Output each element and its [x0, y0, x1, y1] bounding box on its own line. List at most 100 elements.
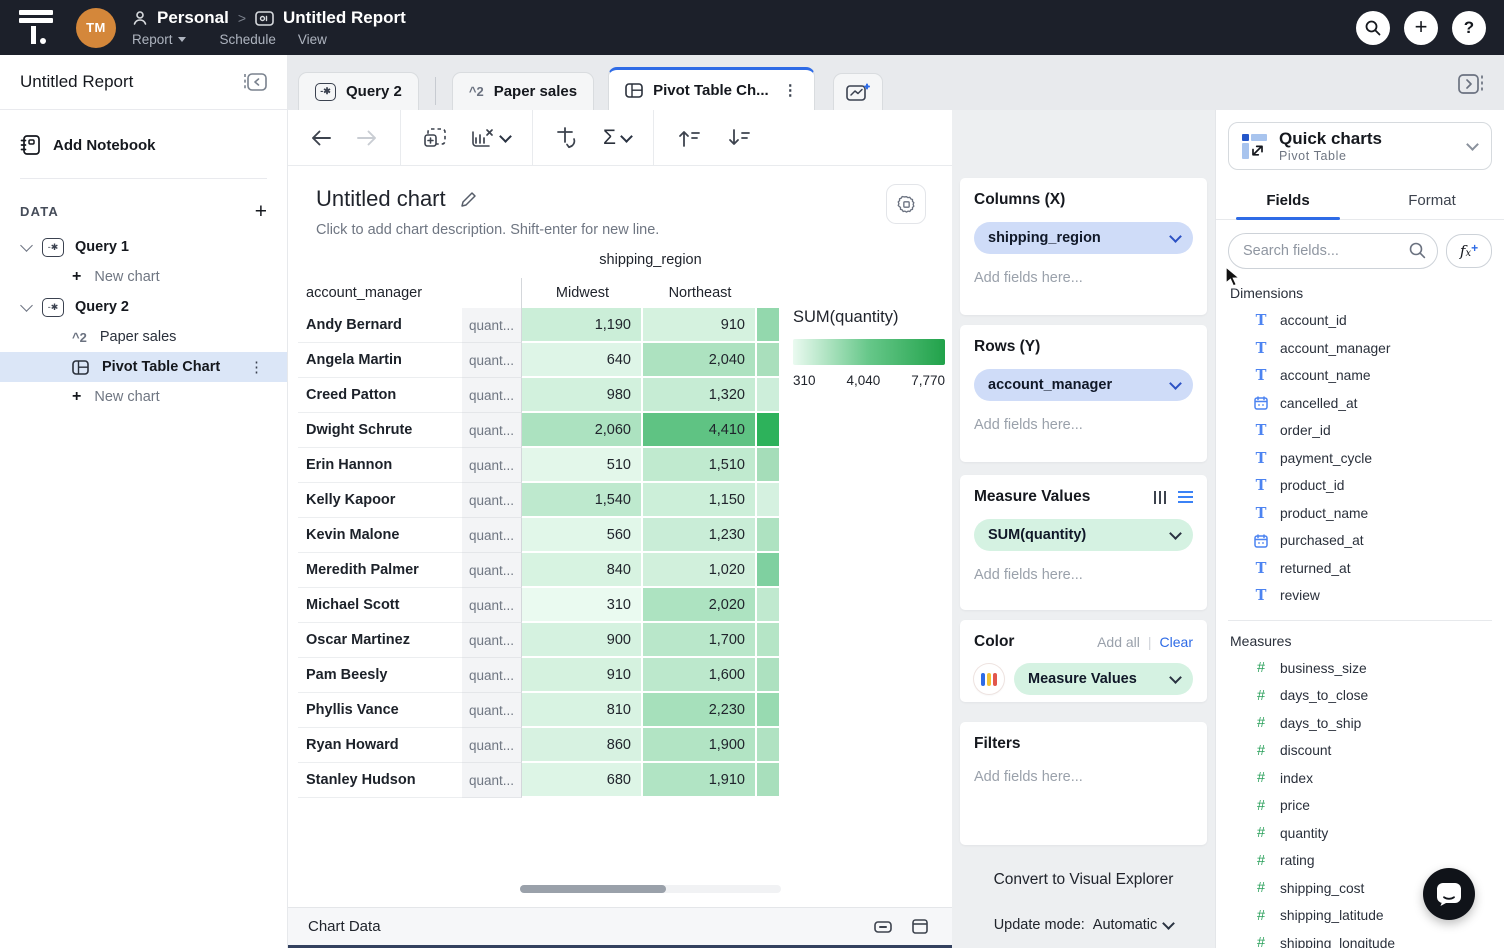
- redo-button[interactable]: [356, 129, 378, 147]
- breadcrumb-workspace[interactable]: Personal: [157, 8, 229, 28]
- breadcrumb-report-name[interactable]: Untitled Report: [283, 8, 406, 28]
- tab-pivot-table-chart[interactable]: Pivot Table Ch... ⋮: [608, 67, 815, 110]
- dimension-field-product_id[interactable]: Tproduct_id: [1228, 472, 1492, 500]
- pivot-row: Andy Bernardquant...1,190910: [298, 308, 779, 343]
- pivot-row-header: Angela Martin: [298, 343, 462, 378]
- color-palette-icon[interactable]: [974, 664, 1004, 694]
- sidebar-item-paper-sales[interactable]: ^2 Paper sales: [0, 322, 287, 352]
- kebab-menu-icon[interactable]: ⋮: [249, 358, 265, 376]
- sidebar-item-query2[interactable]: -✱ Query 2: [0, 292, 287, 322]
- expand-panel-icon[interactable]: [1456, 72, 1486, 96]
- field-label: order_id: [1280, 423, 1331, 438]
- collapse-sidebar-icon[interactable]: [241, 71, 269, 93]
- scrollbar-thumb[interactable]: [520, 885, 666, 893]
- search-fields-input[interactable]: [1228, 233, 1438, 269]
- dimension-field-returned_at[interactable]: Treturned_at: [1228, 555, 1492, 583]
- collapse-panel-icon[interactable]: [874, 921, 892, 933]
- convert-to-visual-explorer-button[interactable]: Convert to Visual Explorer: [960, 871, 1207, 889]
- dimension-field-cancelled_at[interactable]: cancelled_at: [1228, 390, 1492, 418]
- update-mode-select[interactable]: Automatic: [1093, 917, 1173, 933]
- sort-ascending-button[interactable]: [676, 128, 702, 148]
- legend-min-label: 310: [793, 373, 816, 388]
- tab-paper-sales[interactable]: ^2 Paper sales: [452, 72, 594, 110]
- menu-report[interactable]: Report: [132, 32, 186, 47]
- add-data-icon[interactable]: +: [255, 201, 267, 222]
- tab-fields[interactable]: Fields: [1216, 180, 1360, 219]
- undo-button[interactable]: [310, 129, 332, 147]
- menu-view[interactable]: View: [298, 32, 327, 47]
- tab-format[interactable]: Format: [1360, 180, 1504, 219]
- dimension-field-product_name[interactable]: Tproduct_name: [1228, 500, 1492, 528]
- edit-title-icon[interactable]: [460, 191, 477, 208]
- dimension-field-order_id[interactable]: Torder_id: [1228, 417, 1492, 445]
- columns-x-pill-shipping-region[interactable]: shipping_region: [974, 222, 1193, 254]
- rows-y-pill-account-manager[interactable]: account_manager: [974, 369, 1193, 401]
- aggregate-button[interactable]: Σ: [603, 126, 631, 150]
- search-button[interactable]: [1356, 11, 1390, 45]
- chart-title[interactable]: Untitled chart: [316, 186, 446, 212]
- measure-pill-sum-quantity[interactable]: SUM(quantity): [974, 519, 1193, 551]
- swap-axes-button[interactable]: [555, 126, 579, 150]
- pivot-measure-label: quant...: [462, 448, 522, 483]
- columns-layout-icon[interactable]: [1154, 491, 1167, 504]
- add-formula-button[interactable]: fx+: [1446, 234, 1492, 268]
- chevron-down-icon[interactable]: [20, 239, 33, 252]
- sidebar-item-new-chart-1[interactable]: + New chart: [0, 262, 287, 292]
- sidebar-item-query1[interactable]: -✱ Query 1: [0, 232, 287, 262]
- horizontal-scrollbar[interactable]: [520, 885, 781, 893]
- measure-field-shipping_longitude[interactable]: #shipping_longitude: [1228, 930, 1492, 948]
- text-type-icon: T: [1254, 450, 1268, 467]
- add-button[interactable]: +: [1404, 11, 1438, 45]
- sidebar-item-pivot-table-chart[interactable]: Pivot Table Chart ⋮: [0, 352, 287, 382]
- measure-field-quantity[interactable]: #quantity: [1228, 820, 1492, 848]
- measure-field-price[interactable]: #price: [1228, 792, 1492, 820]
- measure-field-index[interactable]: #index: [1228, 765, 1492, 793]
- add-notebook-button[interactable]: Add Notebook: [0, 134, 287, 156]
- add-chart-tab-button[interactable]: [833, 73, 883, 110]
- dimension-field-account_manager[interactable]: Taccount_manager: [1228, 335, 1492, 363]
- kebab-menu-icon[interactable]: ⋮: [783, 81, 798, 99]
- rows-layout-icon[interactable]: [1178, 491, 1193, 504]
- pivot-row: Pam Beeslyquant...9101,600: [298, 658, 779, 693]
- color-clear-link[interactable]: Clear: [1160, 634, 1193, 650]
- dimension-field-payment_cycle[interactable]: Tpayment_cycle: [1228, 445, 1492, 473]
- chevron-down-icon[interactable]: [20, 299, 33, 312]
- remove-chart-button[interactable]: [471, 127, 510, 149]
- pivot-row: Stanley Hudsonquant...6801,910: [298, 763, 779, 798]
- date-type-icon: [1254, 396, 1268, 410]
- color-add-all-link[interactable]: Add all: [1097, 634, 1140, 650]
- report-icon: [255, 11, 274, 26]
- avatar[interactable]: TM: [76, 8, 116, 48]
- sort-descending-button[interactable]: [726, 128, 752, 148]
- dimension-field-account_name[interactable]: Taccount_name: [1228, 362, 1492, 390]
- sidebar-item-new-chart-2[interactable]: + New chart: [0, 382, 287, 412]
- maximize-panel-icon[interactable]: [912, 919, 928, 934]
- help-button[interactable]: ?: [1452, 11, 1486, 45]
- measure-field-days_to_close[interactable]: #days_to_close: [1228, 682, 1492, 710]
- search-icon: [1364, 19, 1382, 37]
- menu-schedule[interactable]: Schedule: [220, 32, 276, 47]
- pivot-column-header-midwest[interactable]: Midwest: [522, 285, 643, 301]
- dimension-field-review[interactable]: Treview: [1228, 582, 1492, 610]
- duplicate-chart-button[interactable]: [423, 127, 447, 149]
- pivot-row-field-header[interactable]: account_manager: [298, 278, 522, 308]
- dimension-field-account_id[interactable]: Taccount_id: [1228, 307, 1492, 335]
- pivot-column-field-header[interactable]: shipping_region: [522, 252, 779, 278]
- chart-type-picker[interactable]: Quick charts Pivot Table: [1228, 122, 1492, 170]
- measure-field-days_to_ship[interactable]: #days_to_ship: [1228, 710, 1492, 738]
- measure-field-discount[interactable]: #discount: [1228, 737, 1492, 765]
- field-label: index: [1280, 771, 1313, 786]
- chart-description-placeholder[interactable]: Click to add chart description. Shift-en…: [288, 222, 952, 238]
- chart-type-icon: ^2: [469, 84, 484, 99]
- query-icon: -✱: [315, 83, 336, 101]
- pivot-column-header-northeast[interactable]: Northeast: [643, 285, 757, 301]
- pivot-cell: 640: [522, 343, 643, 378]
- chat-support-button[interactable]: [1423, 868, 1475, 920]
- tab-query2[interactable]: -✱ Query 2: [298, 72, 419, 110]
- dimension-field-purchased_at[interactable]: purchased_at: [1228, 527, 1492, 555]
- color-pill-measure-values[interactable]: Measure Values: [1014, 663, 1193, 695]
- chart-settings-button[interactable]: [886, 184, 926, 224]
- app-logo-icon[interactable]: [18, 10, 54, 46]
- measure-field-business_size[interactable]: #business_size: [1228, 655, 1492, 683]
- pivot-cell: 1,190: [522, 308, 643, 343]
